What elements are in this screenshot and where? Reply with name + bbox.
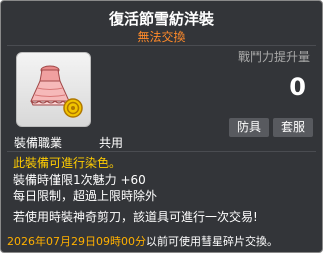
- job-requirement-value: 共用: [99, 136, 124, 150]
- charm-note: 裝備時僅限1次魅力 +60: [13, 173, 146, 187]
- item-icon-frame: [16, 52, 91, 127]
- power-increase-label: 戰鬥力提升量: [237, 50, 310, 64]
- armor-tag: 防具: [229, 118, 269, 137]
- scissors-note: 若使用時裝神奇剪刀，該道具可進行一次交易!: [13, 210, 258, 224]
- power-increase-value: 0: [289, 73, 306, 101]
- overall-tag: 套服: [273, 118, 313, 137]
- item-tooltip: 復活節雪紡洋裝 無法交換 戰鬥力提升量 0 防具 套服 裝備職業 共用 此裝備可…: [0, 0, 323, 253]
- dye-note: 此裝備可進行染色。: [13, 156, 122, 170]
- pink-dress-with-coin-icon: [30, 65, 83, 118]
- job-requirement-label: 裝備職業: [14, 136, 63, 150]
- daily-limit-note: 每日限制，超過上限時除外: [13, 189, 158, 203]
- divider: [7, 151, 316, 152]
- trade-status: 無法交換: [137, 30, 186, 44]
- expire-suffix: 以前可使用彗星碎片交換。: [145, 235, 278, 248]
- expire-date: 2026年07月29日09時00分: [7, 235, 146, 248]
- divider: [7, 45, 316, 46]
- expire-note: 2026年07月29日09時00分以前可使用彗星碎片交換。: [7, 233, 278, 249]
- item-name: 復活節雪紡洋裝: [108, 10, 214, 28]
